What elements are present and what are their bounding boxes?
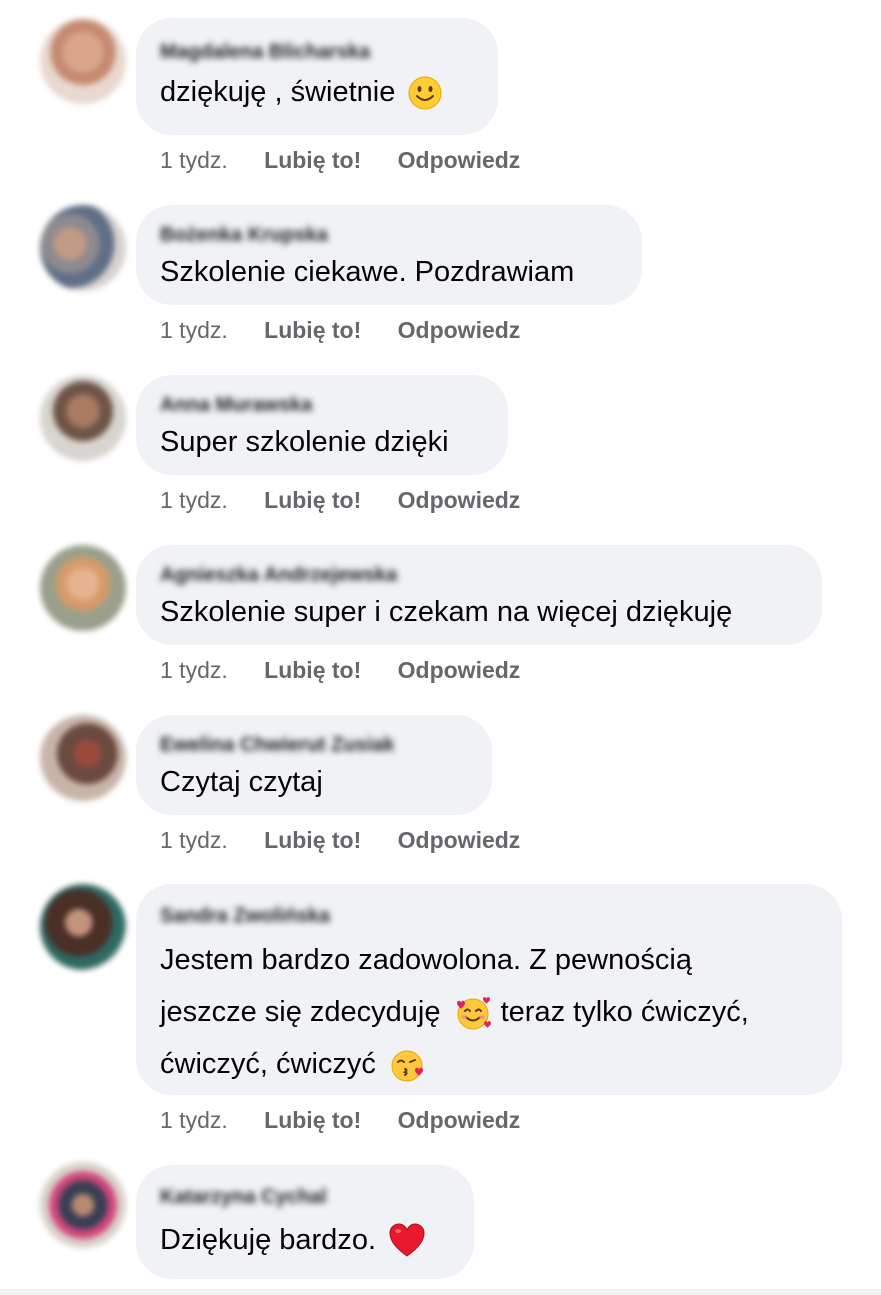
like-button[interactable]: Lubię to! [264,317,361,344]
avatar[interactable] [40,375,126,461]
comment-time[interactable]: 1 tydz. [160,1107,228,1134]
comment-text: Czytaj czytaj [160,766,323,798]
comment-bubble: Agnieszka Andrzejewska Szkolenie super i… [136,545,822,645]
comment-bubble: Bożenka Krupska Szkolenie ciekawe. Pozdr… [136,205,642,305]
comment-time[interactable]: 1 tydz. [160,317,228,344]
comment-text-content: Dziękuję bardzo. [160,1224,376,1256]
comment-author[interactable]: Agnieszka Andrzejewska [160,563,798,587]
comment-text: Jestem bardzo zadowolona. Z pewnością je… [160,934,818,1090]
comment-time[interactable]: 1 tydz. [160,147,228,174]
reply-button[interactable]: Odpowiedz [398,657,521,684]
comment-text: dziękuję , świetnie [160,66,474,118]
comment-author[interactable]: Magdalena Blicharska [160,40,474,64]
comment-bubble: Anna Murawska Super szkolenie dzięki [136,375,508,475]
comment-bubble: Ewelina Chwierut Zusiak Czytaj czytaj [136,715,492,815]
comment-author[interactable]: Ewelina Chwierut Zusiak [160,733,468,757]
avatar[interactable] [40,715,126,801]
like-button[interactable]: Lubię to! [264,147,361,174]
comment-author[interactable]: Anna Murawska [160,393,484,417]
comment-text-line: jeszcze się zdecyduję teraz tylko ćwiczy… [160,986,818,1038]
avatar[interactable] [40,18,126,104]
comment-author[interactable]: Katarzyna Cychal [160,1185,450,1209]
avatar[interactable] [40,545,126,631]
comment-text-line: Jestem bardzo zadowolona. Z pewnością [160,944,692,976]
comment-bubble: Magdalena Blicharska dziękuję , świetnie [136,18,498,135]
comment-text-line: ćwiczyć, ćwiczyć [160,1038,818,1090]
comment-bubble: Katarzyna Cychal Dziękuję bardzo. [136,1165,474,1279]
face-blowing-kiss-icon [391,1050,423,1082]
reply-button[interactable]: Odpowiedz [398,317,521,344]
like-button[interactable]: Lubię to! [264,657,361,684]
slightly-smiling-face-icon [408,76,442,110]
avatar[interactable] [40,884,126,970]
comment-text: Super szkolenie dzięki [160,426,449,458]
avatar[interactable] [40,1162,126,1248]
comment-author[interactable]: Bożenka Krupska [160,223,618,247]
comment-actions: 1 tydz. Lubię to! Odpowiedz [160,487,550,514]
comment-author[interactable]: Sandra Zwolińska [160,904,818,928]
comment-text: Szkolenie super i czekam na więcej dzięk… [160,596,733,628]
comment-text-segment: ćwiczyć, ćwiczyć [160,1048,376,1080]
reply-button[interactable]: Odpowiedz [398,487,521,514]
comment-text-segment: jeszcze się zdecyduję [160,996,441,1028]
reply-button[interactable]: Odpowiedz [398,827,521,854]
comment-time[interactable]: 1 tydz. [160,487,228,514]
like-button[interactable]: Lubię to! [264,487,361,514]
like-button[interactable]: Lubię to! [264,827,361,854]
comment-actions: 1 tydz. Lubię to! Odpowiedz [160,827,550,854]
comment-time[interactable]: 1 tydz. [160,827,228,854]
comment-actions: 1 tydz. Lubię to! Odpowiedz [160,147,550,174]
reply-button[interactable]: Odpowiedz [398,147,521,174]
like-button[interactable]: Lubię to! [264,1107,361,1134]
comment-text-content: dziękuję , świetnie [160,76,396,108]
comment-actions: 1 tydz. Lubię to! Odpowiedz [160,657,550,684]
comment-actions: 1 tydz. Lubię to! Odpowiedz [160,1107,550,1134]
divider [0,1289,881,1295]
reply-button[interactable]: Odpowiedz [398,1107,521,1134]
comment-bubble: Sandra Zwolińska Jestem bardzo zadowolon… [136,884,842,1095]
smiling-face-with-hearts-icon [456,997,491,1030]
comment-actions: 1 tydz. Lubię to! Odpowiedz [160,317,550,344]
red-heart-icon [389,1223,425,1257]
comment-text-segment: teraz tylko ćwiczyć, [500,996,749,1028]
avatar[interactable] [40,205,126,291]
comment-text: Szkolenie ciekawe. Pozdrawiam [160,256,575,288]
comment-time[interactable]: 1 tydz. [160,657,228,684]
comment-text: Dziękuję bardzo. [160,1215,450,1265]
